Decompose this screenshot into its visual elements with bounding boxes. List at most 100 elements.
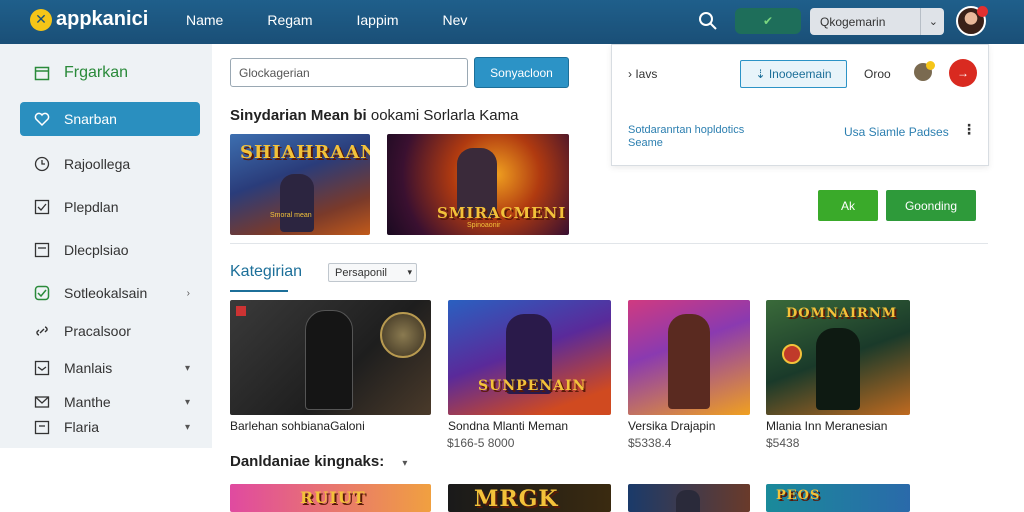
chevron-down-icon: ▾ xyxy=(184,421,190,433)
app-logo[interactable]: ✕ appkanici xyxy=(30,8,148,31)
check-icon: ✔ xyxy=(762,14,774,28)
sidebar-item-label: Manlais xyxy=(64,360,113,376)
sidebar-item-label: Frgarkan xyxy=(64,64,129,81)
top-select-value: Qkogemarin xyxy=(820,14,886,29)
game-card-price: $5438 xyxy=(766,436,800,450)
game-card-title[interactable]: Versika Drajapin xyxy=(628,419,715,433)
checkbox-icon xyxy=(34,199,50,215)
panel-outline-button[interactable]: ⇣ Inooeemain xyxy=(740,60,847,88)
sidebar-item-label: Dlecplsiao xyxy=(64,242,129,258)
game-card-logo: SUNPENAIN xyxy=(478,378,587,394)
panel-row-text: Iavs xyxy=(635,67,658,81)
nav-item-iappim[interactable]: Iappim xyxy=(357,12,399,28)
nav-item-regam[interactable]: Regam xyxy=(267,12,312,28)
game-card-image[interactable] xyxy=(628,300,750,415)
featured-heading: Sinydarian Mean bi ookami Sorlarla Kama xyxy=(230,107,518,124)
more-options-icon[interactable]: ⋮ xyxy=(962,121,976,138)
game-card-image[interactable]: MRGK xyxy=(448,484,611,512)
sidebar-item-sotleokalsain[interactable]: Sotleokalsain › xyxy=(20,276,200,310)
sidebar-item-snarban[interactable]: Snarban xyxy=(20,102,200,136)
sidebar-item-label: Plepdlan xyxy=(64,199,119,215)
game-card-logo: DOMNAIRNM xyxy=(786,306,898,321)
clock-icon xyxy=(34,156,50,172)
game-card-image[interactable]: SUNPENAIN xyxy=(448,300,611,415)
arrow-icon: ⇣ xyxy=(755,67,769,81)
top-navigation-bar: ✕ appkanici Name Regam Iappim Nev ✔ Qkog… xyxy=(0,0,1024,44)
chevron-down-icon: ⌄ xyxy=(919,8,938,35)
logo-icon: ✕ xyxy=(30,8,52,31)
character-figure xyxy=(816,328,860,410)
panel-row-label[interactable]: › Iavs xyxy=(628,67,657,81)
red-action-button[interactable]: → xyxy=(949,59,977,87)
document-icon xyxy=(34,242,50,258)
game-card-logo: MRGK xyxy=(474,486,559,512)
sidebar-item-label: Pracalsoor xyxy=(64,323,131,339)
search-input[interactable]: Glockagerian xyxy=(230,58,468,87)
game-card-title[interactable]: Sondna Mlanti Meman xyxy=(448,419,568,433)
featured-tile-title: SMIRACMENI xyxy=(437,204,567,222)
featured-tile-sub: Spinoaonir xyxy=(467,222,501,229)
game-card-logo: PEOS xyxy=(776,488,821,503)
nav-item-name[interactable]: Name xyxy=(186,12,223,28)
badge-icon xyxy=(236,306,246,316)
top-select[interactable]: Qkogemarin ⌄ xyxy=(810,8,944,35)
chevron-down-icon: ▾ xyxy=(407,267,412,277)
section-heading-label: Danldaniae kingnaks: xyxy=(230,453,385,470)
sidebar-item-plepdlan[interactable]: Plepdlan xyxy=(20,190,200,224)
featured-game-tile[interactable]: SHIAHRAAN Smoral mean xyxy=(230,134,370,235)
search-icon[interactable] xyxy=(697,10,719,32)
sidebar-item-frgarkan[interactable]: Frgarkan xyxy=(20,56,200,90)
search-placeholder: Glockagerian xyxy=(239,65,310,80)
main-nav: Name Regam Iappim Nev xyxy=(186,12,511,28)
character-figure xyxy=(305,310,353,410)
character-figure xyxy=(668,314,710,409)
featured-tile-sub: Smoral mean xyxy=(270,212,312,219)
search-button[interactable]: Sonyacloon xyxy=(474,57,569,88)
panel-link-right[interactable]: Usa Siamle Padses xyxy=(844,125,949,139)
divider xyxy=(230,243,988,244)
game-card-image[interactable]: DOMNAIRNM xyxy=(766,300,910,415)
game-card-title[interactable]: Mlania Inn Meranesian xyxy=(766,419,887,433)
sidebar-item-flaria[interactable]: Flaria ▾ xyxy=(20,410,200,444)
primary-button[interactable]: Goonding xyxy=(886,190,976,221)
game-card-image[interactable]: RUIUT xyxy=(230,484,431,512)
chevron-down-icon: ▾ xyxy=(184,362,190,374)
chevron-right-icon: › xyxy=(186,287,190,299)
chevron-down-icon: ▾ xyxy=(184,396,190,408)
sidebar-item-label: Rajoollega xyxy=(64,156,131,172)
category-tab-underline xyxy=(230,290,288,292)
sidebar-item-rajoollega[interactable]: Rajoollega xyxy=(20,147,200,181)
category-tab[interactable]: Kategirian xyxy=(230,263,302,281)
game-card-image[interactable]: PEOS xyxy=(766,484,910,512)
featured-tile-title: SHIAHRAAN xyxy=(240,142,370,163)
panel-outline-button-label: Inooeemain xyxy=(768,67,832,81)
badge-dot xyxy=(926,61,935,70)
character-figure xyxy=(280,174,314,232)
panel-link-left[interactable]: Sotdaranrtan hopldotics Seame xyxy=(628,124,778,150)
nav-item-nev[interactable]: Nev xyxy=(443,12,468,28)
sidebar-item-label: Sotleokalsain xyxy=(64,285,148,301)
ok-button[interactable]: Ak xyxy=(818,190,878,221)
sidebar: Frgarkan Snarban Rajoollega Plepdlan Dle… xyxy=(0,44,212,448)
sidebar-item-dlecplsiao[interactable]: Dlecplsiao xyxy=(20,233,200,267)
category-select-value: Persaponil xyxy=(335,266,387,279)
section-heading: Danldaniae kingnaks: ▾ xyxy=(230,453,407,470)
panel-ord-label: Oroo xyxy=(864,67,891,81)
chevron-down-icon[interactable]: ▾ xyxy=(402,458,407,469)
folder-icon xyxy=(34,419,50,435)
category-select[interactable]: Persaponil ▾ xyxy=(328,263,417,282)
game-card-image[interactable] xyxy=(628,484,750,512)
status-pill[interactable]: ✔ xyxy=(735,8,801,34)
avatar[interactable] xyxy=(956,6,988,36)
orb-icon xyxy=(782,344,802,364)
sidebar-item-pracalsoor[interactable]: Pracalsoor xyxy=(20,314,200,348)
account-panel: › Iavs ⇣ Inooeemain Oroo → Sotdaranrtan … xyxy=(611,44,989,166)
featured-game-tile[interactable]: SMIRACMENI Spinoaonir xyxy=(387,134,569,235)
game-card-price: $166-5 8000 xyxy=(447,436,515,450)
sidebar-item-manlais[interactable]: Manlais ▾ xyxy=(20,351,200,385)
list-icon xyxy=(34,360,50,376)
game-card-title[interactable]: Barlehan sohbianaGaloni xyxy=(230,419,365,433)
logo-text: appkanici xyxy=(56,8,149,30)
link-icon xyxy=(34,323,50,339)
game-card-image[interactable] xyxy=(230,300,431,415)
